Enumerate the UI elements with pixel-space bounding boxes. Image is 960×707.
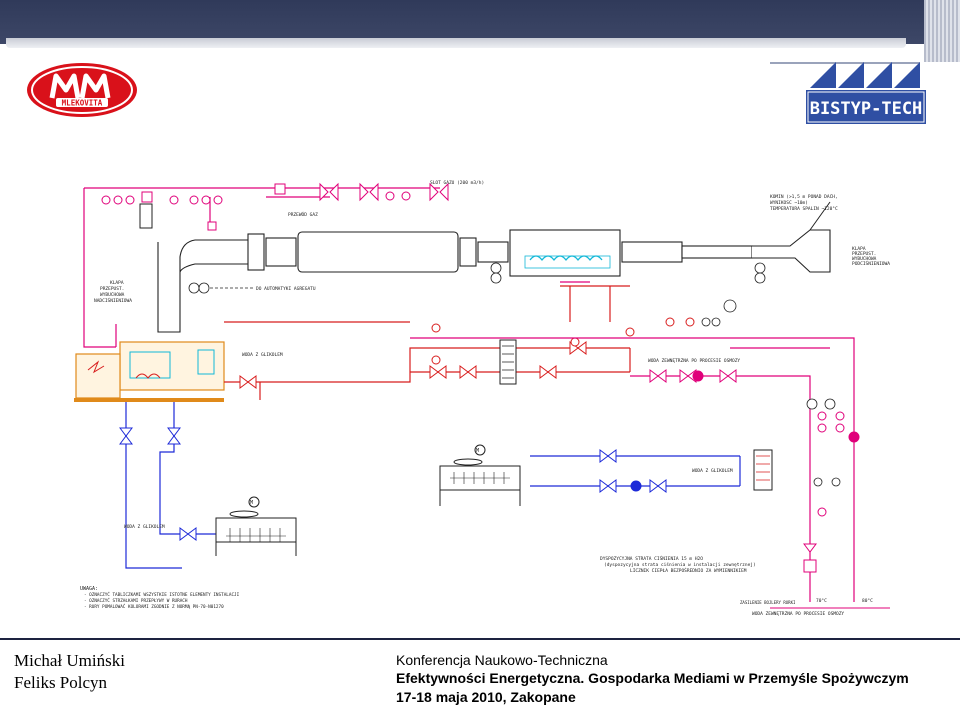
- chimney-label-2: WYNIKOSC ~10m): [770, 200, 808, 206]
- cooling-valves: [119, 427, 667, 541]
- flap-right-label-4: PODCIŚNIENIOWA: [852, 260, 890, 267]
- fan-motor-label-left: M: [250, 500, 253, 506]
- bistyp-tech-logo-text: BISTYP-TECH: [810, 99, 923, 119]
- aggregate-label: DO AUTOMATYKI AGREGATU: [256, 286, 316, 292]
- footer-divider: [0, 638, 960, 640]
- author-2: Feliks Polcyn: [14, 673, 108, 692]
- exhaust-label: SLOT GAZU (200 m3/h): [430, 180, 484, 186]
- dry-cooler-left: [215, 496, 297, 556]
- flap-left-label-4: NADCIŚNIENIOWA: [94, 297, 132, 304]
- flap-left-label-2: PRZEPUST.: [100, 286, 124, 292]
- glycol-label-3: WODA Z GLIKOLEM: [124, 524, 165, 530]
- notes-label-2: (dyspozycyjna strata ciśnienia w instala…: [604, 561, 756, 568]
- conference-block: Konferencja Naukowo-Techniczna Efektywno…: [396, 651, 909, 707]
- notes-label-3: LICZNIK CIEPŁA BEZPOŚREDNIO ZA WYMIENNIK…: [630, 567, 747, 574]
- uwaga-note-1: - OZNACZYĆ TABLICZKAMI WSZYSTKIE ISTOTNE…: [84, 591, 240, 598]
- red-circuit-valves: [239, 317, 695, 389]
- bistyp-tech-logo: BISTYP-TECH: [806, 62, 926, 124]
- flap-left-label-1: KLAPA: [110, 280, 124, 286]
- gas-fittings: [101, 182, 449, 231]
- glycol-circuit-red: [224, 285, 631, 400]
- external-water-label: WODA ZEWNĘTRZNA PO PROCESIE OSMOZY: [648, 358, 740, 364]
- mlekovita-logo: MLEKOVITA: [27, 63, 137, 117]
- cooling-circuit-blue: [125, 402, 741, 569]
- notes-label-1: DYSPOZYCYJNA STRATA CIŚNIENIA 15 m H2O: [600, 555, 703, 562]
- dry-cooler-right: [439, 444, 521, 506]
- author-1: Michał Umiński: [14, 651, 125, 670]
- chp-unit: [74, 341, 225, 402]
- conference-name: Konferencja Naukowo-Techniczna: [396, 652, 608, 668]
- uwaga-note-3: - RURY POMALOWAĆ KOLORAMI ZGODNIE Z NORM…: [84, 603, 224, 610]
- gas-pipe-label: PRZEWÓD GAZ: [288, 211, 318, 218]
- top-bar-stripes: [924, 0, 960, 62]
- fan-motor-label-right: M: [476, 448, 479, 454]
- authors-block: Michał Umiński Feliks Polcyn: [14, 650, 125, 694]
- uwaga-note-2: - OZNACZYĆ STRZAŁKAMI PRZEPŁYWY W RURACH: [84, 597, 188, 604]
- uwaga-title: UWAGA:: [80, 586, 98, 592]
- inlet-temp-label: 70°C: [816, 598, 827, 604]
- glycol-heat-exchanger: [499, 339, 517, 385]
- installation-diagram: SLOT GAZU (200 m3/h) PRZEWÓD GAZ KOMIN (…: [74, 180, 890, 617]
- conference-date-place: 17-18 maja 2010, Zakopane: [396, 689, 576, 705]
- flap-left-label-3: WYBUCHOWA: [100, 292, 125, 298]
- chimney-label-1: KOMIN (>1,5 m PONAD DACH,: [770, 194, 838, 200]
- cooling-heat-exchanger: [753, 449, 773, 491]
- outlet-temp-label: 80°C: [862, 598, 873, 604]
- bottom-water-label: WODA ZEWNĘTRZNA PO PROCESIE OSMOZY: [752, 611, 844, 617]
- mlekovita-logo-text: MLEKOVITA: [62, 99, 103, 108]
- chimney-label-3: TEMPERATURA SPALIN ~120°C: [770, 206, 838, 212]
- conference-title: Efektywności Energetyczna. Gospodarka Me…: [396, 670, 909, 686]
- glycol-label-2: WODA Z GLIKOLEM: [692, 468, 733, 474]
- top-bar-shadow: [6, 38, 906, 48]
- glycol-label-1: WODA Z GLIKOLEM: [242, 352, 283, 358]
- boiler-water-label: ZASILENIE BOJLERY RURKI: [740, 600, 796, 605]
